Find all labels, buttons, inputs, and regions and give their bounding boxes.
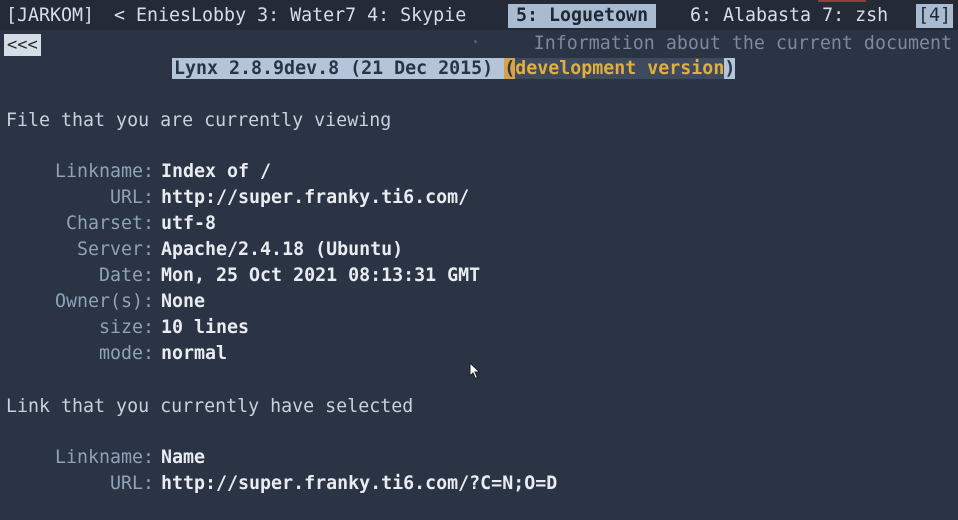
- link-section-heading: Link that you currently have selected: [6, 396, 414, 417]
- development-version-label: development version: [515, 58, 725, 79]
- field-value-charset: utf-8: [161, 213, 217, 234]
- back-link[interactable]: <<<: [4, 34, 41, 56]
- field-label-linkname: Linkname:: [54, 161, 154, 182]
- field-label-url: URL:: [109, 187, 154, 208]
- field-value-linkname: Index of /: [161, 161, 272, 182]
- mouse-pointer-icon: [469, 362, 481, 380]
- document-section-heading: File that you are currently viewing: [6, 110, 392, 131]
- field-value-size: 10 lines: [161, 317, 250, 338]
- page-title: Information about the current document: [533, 33, 952, 54]
- window-count-badge: [4]: [916, 4, 954, 28]
- tmux-tab-bar: [JARKOM] < EniesLobby 3: Water7 4: Skypi…: [0, 0, 958, 30]
- cursor-dot: ·: [470, 32, 482, 53]
- version-close-paren: ): [724, 58, 736, 79]
- link-label-url: URL:: [109, 473, 154, 494]
- session-name: [JARKOM]: [6, 5, 95, 26]
- field-value-mode: normal: [161, 343, 228, 364]
- field-label-date: Date:: [98, 265, 154, 286]
- window-tabs-after[interactable]: 6: Alabasta 7: zsh: [690, 4, 888, 28]
- version-banner: Lynx 2.8.9dev.8 (21 Dec 2015) (developme…: [172, 57, 736, 81]
- link-label-linkname: Linkname:: [54, 447, 154, 468]
- field-value-date: Mon, 25 Oct 2021 08:13:31 GMT: [161, 265, 481, 286]
- tab-active-loguetown[interactable]: 5: Loguetown: [508, 4, 657, 28]
- window-tabs-before[interactable]: < EniesLobby 3: Water7 4: Skypie: [114, 4, 466, 28]
- link-value-linkname: Name: [161, 447, 206, 468]
- status-accent-line: [818, 0, 866, 2]
- field-value-server: Apache/2.4.18 (Ubuntu): [161, 239, 404, 260]
- version-text: Lynx 2.8.9dev.8 (21 Dec 2015): [172, 58, 505, 79]
- field-label-charset: Charset:: [65, 213, 154, 234]
- field-label-server: Server:: [76, 239, 154, 260]
- field-label-owner: Owner(s):: [54, 291, 154, 312]
- field-value-owner: None: [161, 291, 206, 312]
- field-value-url: http://super.franky.ti6.com/: [161, 187, 470, 208]
- field-label-size: size:: [98, 317, 154, 338]
- field-label-mode: mode:: [98, 343, 154, 364]
- text-cursor: (: [504, 58, 516, 79]
- link-value-url[interactable]: http://super.franky.ti6.com/?C=N;O=D: [161, 473, 557, 494]
